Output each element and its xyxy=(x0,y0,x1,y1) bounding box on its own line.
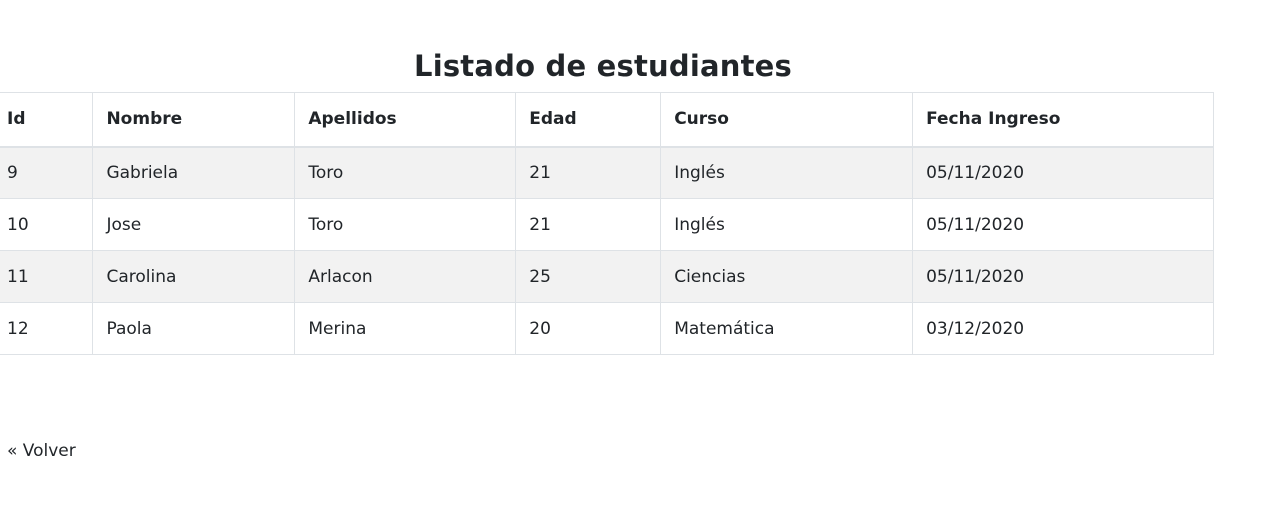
cell-curso: Ciencias xyxy=(660,250,914,303)
cell-id: 10 xyxy=(0,198,94,251)
column-header-id: Id xyxy=(0,92,94,148)
page: Listado de estudiantes Id Nombre Apellid… xyxy=(0,0,1263,508)
column-header-nombre: Nombre xyxy=(92,92,296,148)
cell-edad: 21 xyxy=(515,146,662,199)
cell-nombre: Jose xyxy=(92,198,296,251)
cell-edad: 21 xyxy=(515,198,662,251)
cell-nombre: Paola xyxy=(92,302,296,355)
page-title: Listado de estudiantes xyxy=(414,49,792,83)
cell-curso: Matemática xyxy=(660,302,914,355)
cell-apellidos: Merina xyxy=(294,302,517,355)
back-link[interactable]: « Volver xyxy=(7,440,76,462)
table-row: 9 Gabriela Toro 21 Inglés 05/11/2020 xyxy=(0,146,1214,199)
column-header-curso: Curso xyxy=(660,92,914,148)
students-table: Id Nombre Apellidos Edad Curso Fecha Ing… xyxy=(0,92,1214,355)
cell-nombre: Carolina xyxy=(92,250,296,303)
cell-edad: 20 xyxy=(515,302,662,355)
cell-curso: Inglés xyxy=(660,198,914,251)
table-row: 12 Paola Merina 20 Matemática 03/12/2020 xyxy=(0,302,1214,355)
table-header: Id Nombre Apellidos Edad Curso Fecha Ing… xyxy=(0,92,1214,148)
cell-apellidos: Toro xyxy=(294,198,517,251)
cell-id: 11 xyxy=(0,250,94,303)
cell-apellidos: Arlacon xyxy=(294,250,517,303)
table-row: 11 Carolina Arlacon 25 Ciencias 05/11/20… xyxy=(0,250,1214,303)
cell-fecha-ingreso: 05/11/2020 xyxy=(912,198,1214,251)
cell-id: 9 xyxy=(0,146,94,199)
cell-curso: Inglés xyxy=(660,146,914,199)
cell-fecha-ingreso: 05/11/2020 xyxy=(912,250,1214,303)
column-header-fecha-ingreso: Fecha Ingreso xyxy=(912,92,1214,148)
cell-fecha-ingreso: 05/11/2020 xyxy=(912,146,1214,199)
cell-fecha-ingreso: 03/12/2020 xyxy=(912,302,1214,355)
cell-apellidos: Toro xyxy=(294,146,517,199)
cell-edad: 25 xyxy=(515,250,662,303)
column-header-apellidos: Apellidos xyxy=(294,92,517,148)
header-row: Id Nombre Apellidos Edad Curso Fecha Ing… xyxy=(0,92,1214,148)
table-body: 9 Gabriela Toro 21 Inglés 05/11/2020 10 … xyxy=(0,146,1214,355)
table-row: 10 Jose Toro 21 Inglés 05/11/2020 xyxy=(0,198,1214,251)
cell-id: 12 xyxy=(0,302,94,355)
column-header-edad: Edad xyxy=(515,92,662,148)
cell-nombre: Gabriela xyxy=(92,146,296,199)
